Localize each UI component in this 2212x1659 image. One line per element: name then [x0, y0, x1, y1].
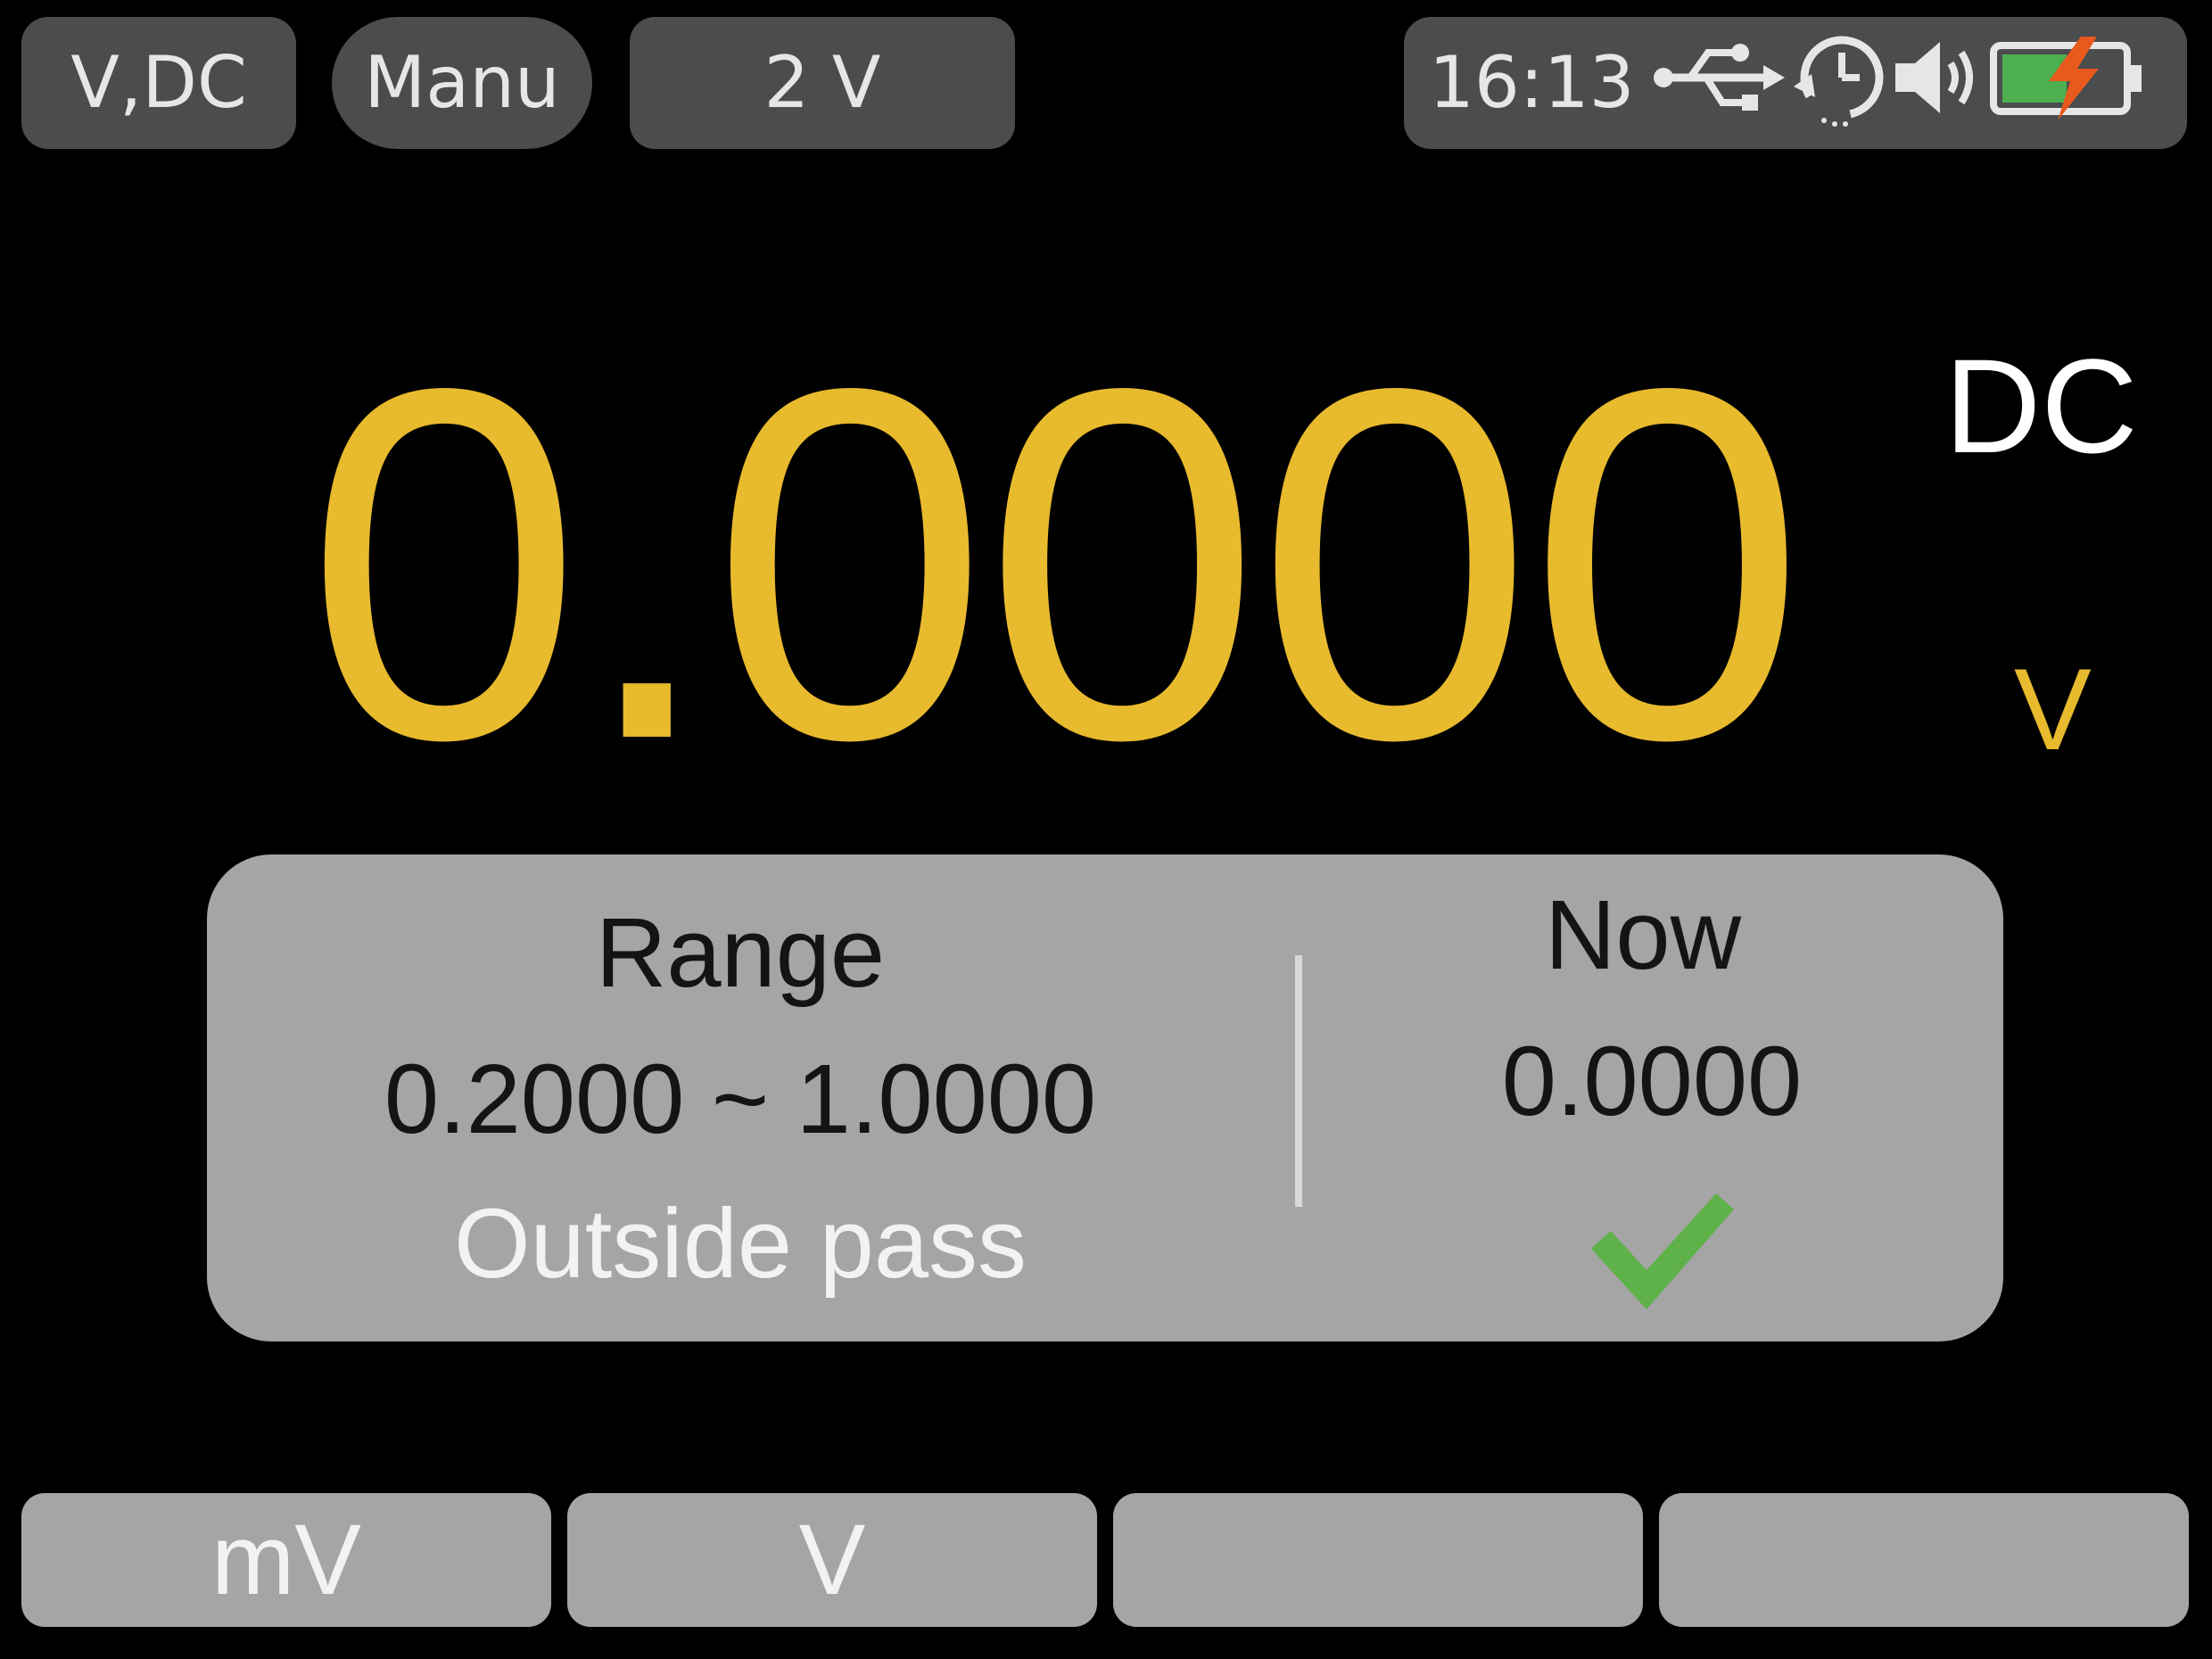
panel-divider [1295, 955, 1302, 1207]
limit-mode: Outside pass [453, 1189, 1027, 1299]
multimeter-screen: V,DC Manu 2 V 16:13 0.0000 DC V Range 0.… [0, 0, 2212, 1659]
unit-label: V [2014, 644, 2092, 774]
softkey-3-blank[interactable] [1113, 1493, 1643, 1627]
usb-icon [1651, 33, 1785, 134]
limit-test-panel: Range 0.2000 ~ 1.0000 Outside pass Now 0… [207, 854, 2003, 1341]
now-value: 0.0000 [1501, 1027, 1803, 1136]
softkey-4-blank[interactable] [1659, 1493, 2189, 1627]
range-mode-indicator[interactable]: Manu [332, 17, 592, 149]
softkey-v[interactable]: V [567, 1493, 1097, 1627]
function-indicator[interactable]: V,DC [21, 17, 296, 149]
coupling-label: DC [1944, 331, 2138, 481]
function-label: V,DC [70, 41, 247, 124]
softkey-label: V [798, 1504, 866, 1615]
speaker-icon [1892, 33, 1985, 134]
now-title: Now [1544, 880, 1742, 990]
system-status-bar: 16:13 [1404, 17, 2187, 149]
battery-charging-icon [1988, 33, 2145, 134]
range-title: Range [595, 898, 886, 1008]
main-reading: 0.0000 [305, 285, 1806, 843]
clock-time: 16:13 [1429, 41, 1635, 124]
softkey-mv[interactable]: mV [21, 1493, 551, 1627]
auto-power-off-timer-icon [1788, 28, 1888, 139]
softkey-label: mV [211, 1504, 361, 1615]
range-indicator[interactable]: 2 V [630, 17, 1015, 149]
check-icon [1591, 1193, 1734, 1309]
range-mode-label: Manu [364, 41, 560, 124]
range-limits: 0.2000 ~ 1.0000 [384, 1044, 1097, 1154]
range-label: 2 V [763, 41, 881, 124]
